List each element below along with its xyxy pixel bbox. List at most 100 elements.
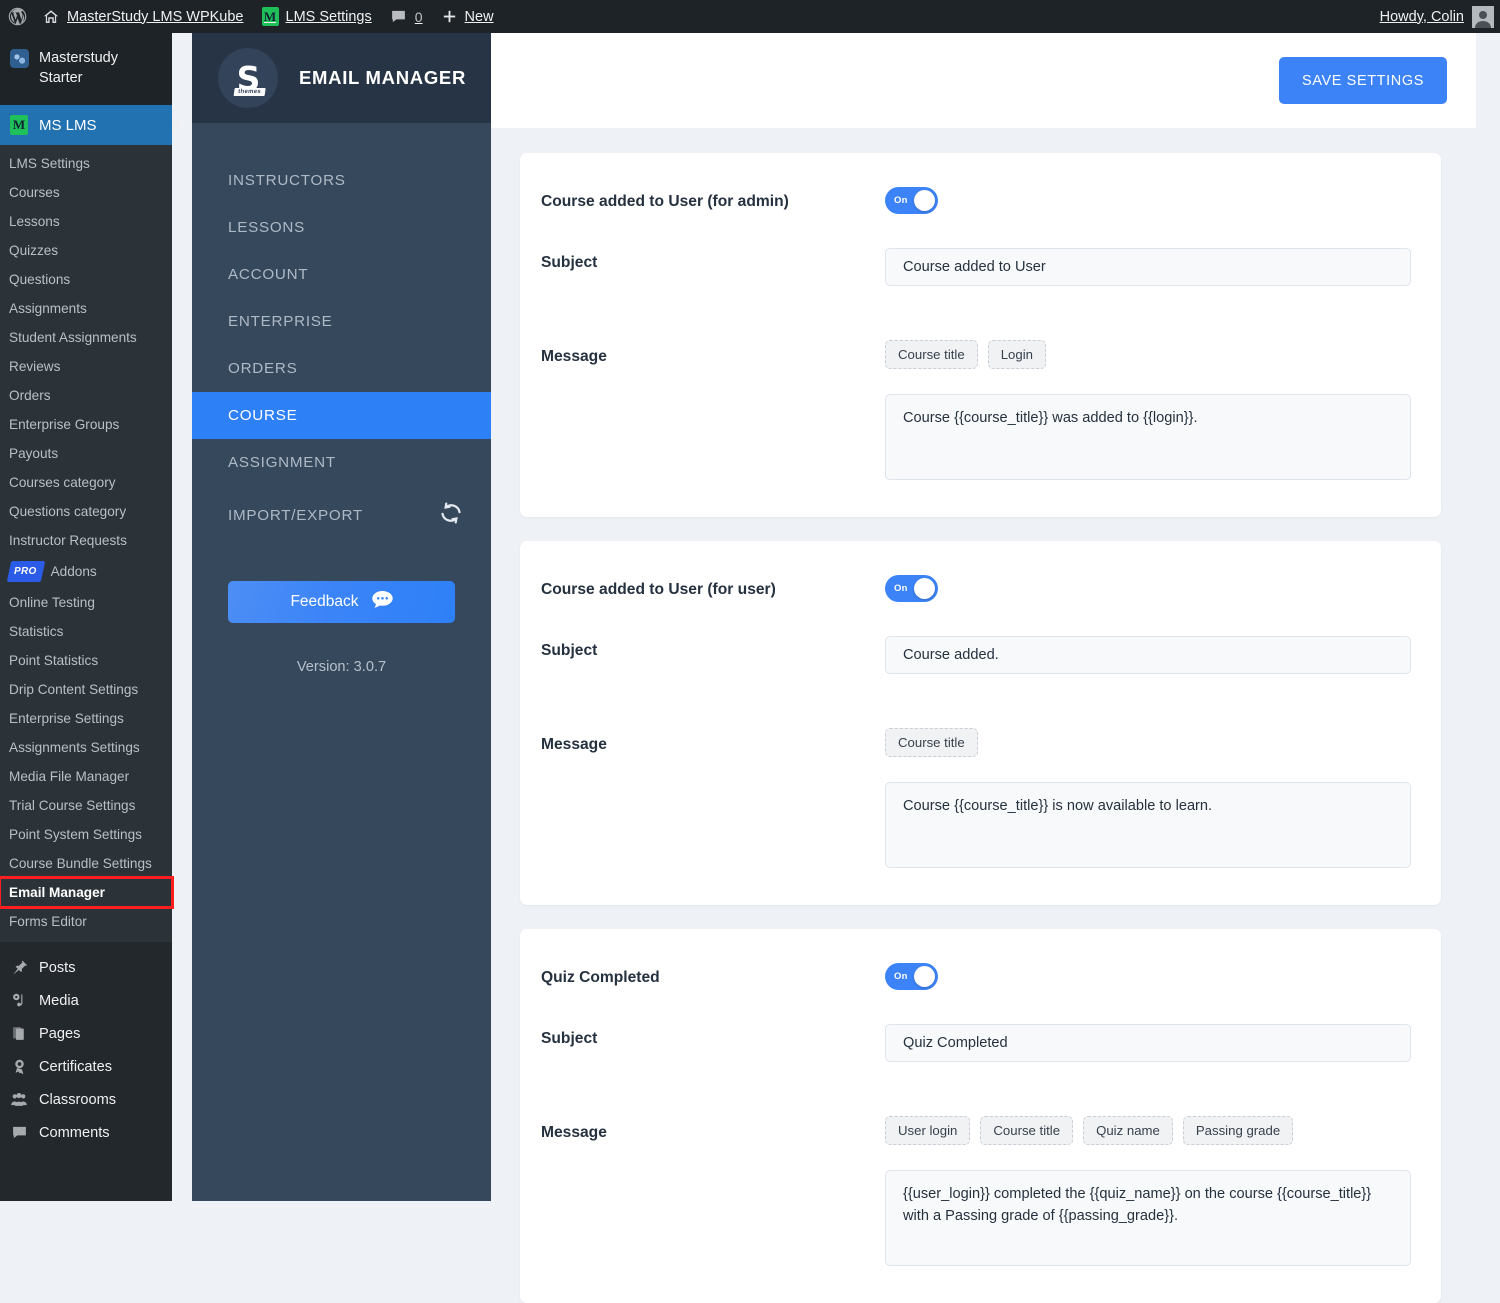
sidebar-item-email-manager[interactable]: Email Manager — [0, 876, 174, 909]
plugin-nav-item-account[interactable]: ACCOUNT — [192, 251, 491, 298]
sidebar-item-courses[interactable]: Courses — [0, 178, 172, 207]
sidebar-item-pages[interactable]: Pages — [0, 1017, 172, 1050]
ms-lms-badge-icon: M — [261, 7, 279, 26]
email-template-card: Course added to User (for admin) On Subjec… — [520, 153, 1441, 517]
save-settings-button[interactable]: SAVE SETTINGS — [1279, 57, 1447, 104]
enable-toggle[interactable]: On — [885, 575, 938, 602]
plugin-nav-item-instructors[interactable]: INSTRUCTORS — [192, 157, 491, 204]
media-icon — [9, 992, 29, 1009]
sidebar-item-masterstudy-starter[interactable]: Masterstudy Starter — [0, 44, 172, 92]
sidebar-item-payouts[interactable]: Payouts — [0, 439, 172, 468]
variable-tag[interactable]: Course title — [885, 728, 978, 757]
variable-tag[interactable]: User login — [885, 1116, 971, 1145]
howdy-label: Howdy, Colin — [1379, 8, 1464, 25]
toggle-knob — [914, 578, 935, 599]
ms-lms-badge-letter: M — [12, 117, 26, 132]
sidebar-item-addons[interactable]: PRO Addons — [0, 555, 172, 588]
sync-refresh-icon[interactable] — [439, 501, 463, 529]
sidebar-item-reviews[interactable]: Reviews — [0, 352, 172, 381]
subject-label: Subject — [541, 1030, 598, 1047]
sidebar-item-enterprise-groups[interactable]: Enterprise Groups — [0, 410, 172, 439]
sidebar-item-certificates[interactable]: Certificates — [0, 1050, 172, 1083]
plugin-nav-item-assignment[interactable]: ASSIGNMENT — [192, 439, 491, 486]
sidebar-site-section: Masterstudy Starter — [0, 33, 172, 105]
sidebar-item-forms-editor[interactable]: Forms Editor — [0, 907, 172, 936]
subject-input[interactable] — [885, 1024, 1411, 1062]
subject-row: Subject — [520, 1024, 1441, 1062]
sidebar-item-statistics[interactable]: Statistics — [0, 617, 172, 646]
variable-tag[interactable]: Quiz name — [1083, 1116, 1173, 1145]
my-account-menu[interactable]: Howdy, Colin — [1371, 0, 1464, 33]
card-title: Quiz Completed — [541, 969, 660, 986]
email-template-cards: Course added to User (for admin) On Subjec… — [491, 128, 1500, 1303]
sidebar-item-label: Certificates — [39, 1058, 112, 1075]
message-textarea[interactable]: Course {{course_title}} is now available… — [885, 782, 1411, 868]
sidebar-item-orders[interactable]: Orders — [0, 381, 172, 410]
sidebar-item-assignments-settings[interactable]: Assignments Settings — [0, 733, 172, 762]
toggle-wrap: On — [885, 187, 1411, 214]
plugin-nav-item-enterprise[interactable]: ENTERPRISE — [192, 298, 491, 345]
sidebar-item-lessons[interactable]: Lessons — [0, 207, 172, 236]
card-title: Course added to User (for user) — [541, 581, 776, 598]
sidebar-item-media[interactable]: Media — [0, 984, 172, 1017]
sidebar-item-comments[interactable]: Comments — [0, 1116, 172, 1149]
pages-icon — [9, 1025, 29, 1042]
variable-tag[interactable]: Passing grade — [1182, 1116, 1294, 1145]
plugin-nav-item-orders[interactable]: ORDERS — [192, 345, 491, 392]
avatar[interactable] — [1472, 5, 1494, 28]
ms-lms-badge-letter: M — [263, 8, 277, 24]
plugin-header: S themes EMAIL MANAGER — [192, 33, 491, 123]
subject-input[interactable] — [885, 248, 1411, 286]
sidebar-item-questions-category[interactable]: Questions category — [0, 497, 172, 526]
sidebar-item-course-bundle-settings[interactable]: Course Bundle Settings — [0, 849, 172, 878]
sidebar-item-ms-lms[interactable]: M MS LMS — [0, 105, 172, 145]
sidebar-item-questions[interactable]: Questions — [0, 265, 172, 294]
plugin-nav-item-course[interactable]: COURSE — [192, 392, 491, 439]
stylemix-s-logo-icon: S themes — [218, 48, 278, 108]
lms-settings-link[interactable]: M LMS Settings — [253, 0, 381, 33]
sidebar-item-label: Masterstudy Starter — [39, 50, 118, 86]
site-name: MasterStudy LMS WPKube — [67, 8, 244, 25]
plugin-nav-item-lessons[interactable]: LESSONS — [192, 204, 491, 251]
sidebar-item-assignments[interactable]: Assignments — [0, 294, 172, 323]
sidebar-item-posts[interactable]: Posts — [0, 951, 172, 984]
comments-link[interactable]: 0 — [381, 0, 432, 33]
plugin-nav-item-import-export[interactable]: IMPORT/EXPORT — [192, 486, 491, 544]
variable-tag[interactable]: Course title — [980, 1116, 1074, 1145]
plugin-nav-item-label: INSTRUCTORS — [228, 172, 346, 189]
wp-logo-menu[interactable] — [0, 0, 33, 33]
sidebar-item-courses-category[interactable]: Courses category — [0, 468, 172, 497]
message-textarea[interactable]: Course {{course_title}} was added to {{l… — [885, 394, 1411, 480]
site-home-link[interactable]: MasterStudy LMS WPKube — [33, 0, 253, 33]
sidebar-item-drip-content-settings[interactable]: Drip Content Settings — [0, 675, 172, 704]
message-textarea[interactable]: {{user_login}} completed the {{quiz_name… — [885, 1170, 1411, 1266]
message-label: Message — [541, 736, 607, 753]
sidebar-item-lms-settings[interactable]: LMS Settings — [0, 149, 172, 178]
enable-toggle[interactable]: On — [885, 963, 938, 990]
sidebar-item-media-file-manager[interactable]: Media File Manager — [0, 762, 172, 791]
sidebar-item-point-system-settings[interactable]: Point System Settings — [0, 820, 172, 849]
pin-icon — [9, 959, 29, 976]
sidebar-item-classrooms[interactable]: Classrooms — [0, 1083, 172, 1116]
feedback-button[interactable]: Feedback — [228, 581, 455, 623]
sidebar-item-instructor-requests[interactable]: Instructor Requests — [0, 526, 172, 555]
wp-admin-bar: MasterStudy LMS WPKube M LMS Settings 0 … — [0, 0, 1500, 33]
plugin-title: EMAIL MANAGER — [299, 67, 467, 88]
variable-tag[interactable]: Login — [987, 340, 1046, 369]
subject-input[interactable] — [885, 636, 1411, 674]
plugin-nav-item-label: LESSONS — [228, 219, 305, 236]
plugin-nav-item-label: ACCOUNT — [228, 266, 309, 283]
sidebar-item-trial-course-settings[interactable]: Trial Course Settings — [0, 791, 172, 820]
sidebar-item-quizzes[interactable]: Quizzes — [0, 236, 172, 265]
variable-tag[interactable]: Course title — [885, 340, 978, 369]
sidebar-item-student-assignments[interactable]: Student Assignments — [0, 323, 172, 352]
enable-toggle[interactable]: On — [885, 187, 938, 214]
ms-lms-submenu: LMS Settings Courses Lessons Quizzes Questio… — [0, 145, 174, 942]
sidebar-item-enterprise-settings[interactable]: Enterprise Settings — [0, 704, 172, 733]
pro-badge-label: PRO — [14, 566, 37, 577]
sidebar-item-point-statistics[interactable]: Point Statistics — [0, 646, 172, 675]
new-content-link[interactable]: New — [432, 0, 503, 33]
sidebar-item-online-testing[interactable]: Online Testing — [0, 588, 172, 617]
variable-tag-list: Course title Login — [885, 340, 1411, 369]
message-row: Message Course title Login Course {{course_… — [520, 340, 1441, 485]
